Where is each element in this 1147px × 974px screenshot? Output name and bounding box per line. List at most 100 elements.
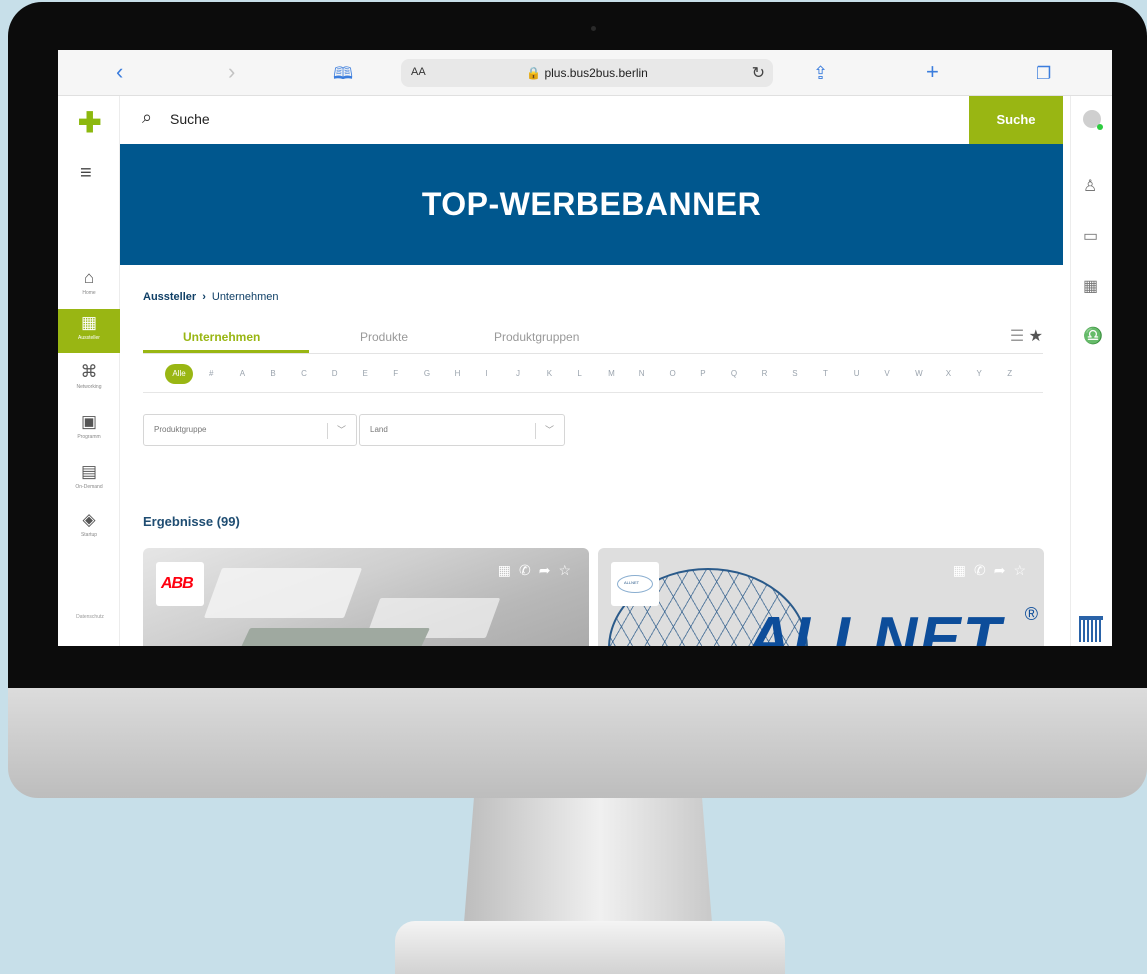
- alphabet-letter[interactable]: D: [332, 369, 338, 378]
- share-arrow-icon[interactable]: ➦: [539, 562, 559, 578]
- chevron-down-icon: ﹀: [336, 425, 346, 435]
- alphabet-letter[interactable]: T: [823, 369, 828, 378]
- alphabet-letter[interactable]: E: [363, 369, 368, 378]
- breadcrumb-current: Unternehmen: [211, 291, 279, 303]
- tab-produktgruppen[interactable]: Produktgruppen: [494, 330, 579, 344]
- tab-bar: Unternehmen Produkte Produktgruppen ☰ ★: [143, 322, 1043, 354]
- exhibitor-grid-icon: ▦: [80, 313, 98, 332]
- calendar-icon[interactable]: ▦: [1083, 276, 1098, 296]
- alphabet-letter[interactable]: C: [301, 369, 307, 378]
- alphabet-letter[interactable]: B: [270, 369, 275, 378]
- favorite-icon[interactable]: ☆: [558, 562, 579, 578]
- alphabet-letter[interactable]: M: [608, 369, 615, 378]
- sidebar-item-startup[interactable]: ◈ Startup: [58, 506, 120, 550]
- alphabet-letter[interactable]: Y: [977, 369, 982, 378]
- home-icon: ⌂: [83, 268, 95, 287]
- venue-widget-icon[interactable]: [1079, 616, 1103, 642]
- tab-produkte[interactable]: Produkte: [360, 330, 408, 344]
- alphabet-letter[interactable]: V: [884, 369, 889, 378]
- country-select[interactable]: Land ﹀: [359, 414, 565, 446]
- alphabet-letter[interactable]: X: [946, 369, 951, 378]
- select-separator: [327, 423, 328, 439]
- monitor-stand: [464, 798, 712, 923]
- tabs-overview-icon[interactable]: ❐: [1036, 61, 1051, 87]
- camera: [591, 26, 596, 31]
- address-bar[interactable]: AA 🔒 plus.bus2bus.berlin ↻: [401, 59, 773, 87]
- alphabet-all-button[interactable]: Alle: [165, 364, 193, 384]
- alphabet-letter[interactable]: O: [670, 369, 676, 378]
- alphabet-letter[interactable]: P: [700, 369, 705, 378]
- product-group-select[interactable]: Produktgruppe ﹀: [143, 414, 357, 446]
- alphabet-letter[interactable]: H: [455, 369, 461, 378]
- exhibitor-card-abb[interactable]: ABB ▦✆➦☆: [143, 548, 589, 646]
- sidebar-item-aussteller[interactable]: ▦ Aussteller: [58, 309, 120, 353]
- alphabet-letter[interactable]: F: [393, 369, 398, 378]
- share-icon[interactable]: ⇪: [813, 60, 828, 86]
- alphabet-letter[interactable]: L: [577, 369, 581, 378]
- alphabet-letter[interactable]: #: [209, 369, 213, 378]
- calendar-icon[interactable]: ▦: [498, 562, 519, 578]
- startup-icon: ◈: [82, 510, 96, 529]
- active-tab-indicator: [143, 350, 309, 353]
- alphabet-letter[interactable]: K: [547, 369, 552, 378]
- reload-icon[interactable]: ↻: [752, 63, 765, 83]
- networking-icon: ⌘: [80, 362, 98, 381]
- bookmarks-icon[interactable]: 🕮: [333, 61, 353, 87]
- sidebar-footer-link[interactable]: Datenschutz: [70, 614, 110, 620]
- hamburger-menu-icon[interactable]: ≡: [80, 162, 92, 185]
- monitor-base: [395, 921, 785, 974]
- notification-bell-icon[interactable]: ♎: [1083, 326, 1103, 346]
- breadcrumb-root[interactable]: Aussteller: [143, 291, 196, 303]
- back-icon[interactable]: ‹: [116, 59, 123, 85]
- alphabet-letter[interactable]: J: [516, 369, 520, 378]
- sidebar-item-home[interactable]: ⌂ Home: [58, 264, 120, 308]
- abb-logo-text: ABB: [161, 575, 194, 592]
- breadcrumb: Aussteller › Unternehmen: [143, 291, 279, 303]
- card-actions: ▦✆➦☆: [953, 562, 1034, 579]
- alphabet-letter[interactable]: R: [762, 369, 768, 378]
- company-logo: ALLNET: [611, 562, 659, 606]
- alphabet-letter[interactable]: Z: [1007, 369, 1012, 378]
- new-tab-icon[interactable]: +: [926, 59, 939, 85]
- sidebar-item-on-demand[interactable]: ▤ On-Demand: [58, 458, 120, 502]
- select-separator: [535, 423, 536, 439]
- favorite-star-icon[interactable]: ★: [1029, 328, 1043, 345]
- alphabet-letter[interactable]: I: [485, 369, 487, 378]
- right-sidebar: ♙ ▭ ▦ ♎: [1070, 96, 1112, 646]
- search-button[interactable]: Suche: [969, 96, 1063, 144]
- alphabet-letter[interactable]: G: [424, 369, 430, 378]
- program-icon: ▣: [80, 412, 98, 431]
- favorite-icon[interactable]: ☆: [1013, 562, 1034, 578]
- call-icon[interactable]: ✆: [519, 562, 539, 578]
- alphabet-letter[interactable]: U: [854, 369, 860, 378]
- forward-icon[interactable]: ›: [228, 59, 235, 85]
- monitor-chin: [8, 688, 1147, 798]
- on-demand-icon: ▤: [80, 462, 98, 481]
- alphabet-letter[interactable]: S: [792, 369, 797, 378]
- exhibitor-card-allnet[interactable]: ALLNET ® ALLNET ▦✆➦☆: [598, 548, 1044, 646]
- list-view-icon[interactable]: ☰: [1010, 328, 1024, 345]
- search-input[interactable]: Suche: [170, 111, 210, 127]
- view-controls: ☰ ★: [1010, 326, 1043, 346]
- calendar-icon[interactable]: ▦: [953, 562, 974, 578]
- company-logo: ABB: [156, 562, 204, 606]
- user-profile-icon[interactable]: ♙: [1083, 176, 1097, 196]
- alphabet-filter: Alle # A B C D E F G H I J K L M N O P Q R S T U V W X Y Z: [165, 362, 1045, 388]
- lawn-image: [236, 628, 430, 646]
- url-text: 🔒 plus.bus2bus.berlin: [526, 66, 648, 80]
- search-row: ⌕ Suche Suche: [120, 96, 1070, 144]
- results-heading: Ergebnisse (99): [143, 514, 240, 529]
- chat-icon[interactable]: ▭: [1083, 226, 1098, 246]
- alphabet-letter[interactable]: A: [240, 369, 245, 378]
- alphabet-letter[interactable]: W: [915, 369, 923, 378]
- alphabet-letter[interactable]: Q: [731, 369, 737, 378]
- top-banner[interactable]: TOP-WERBEBANNER: [120, 144, 1063, 265]
- call-icon[interactable]: ✆: [974, 562, 994, 578]
- sidebar-item-networking[interactable]: ⌘ Networking: [58, 358, 120, 402]
- share-arrow-icon[interactable]: ➦: [994, 562, 1014, 578]
- alphabet-letter[interactable]: N: [639, 369, 645, 378]
- sidebar-item-programm[interactable]: ▣ Programm: [58, 408, 120, 452]
- tab-unternehmen[interactable]: Unternehmen: [183, 330, 260, 344]
- plus-logo-icon[interactable]: ✚: [78, 109, 101, 137]
- browser-toolbar: ‹ › 🕮 AA 🔒 plus.bus2bus.berlin ↻ ⇪ + ❐: [58, 50, 1112, 96]
